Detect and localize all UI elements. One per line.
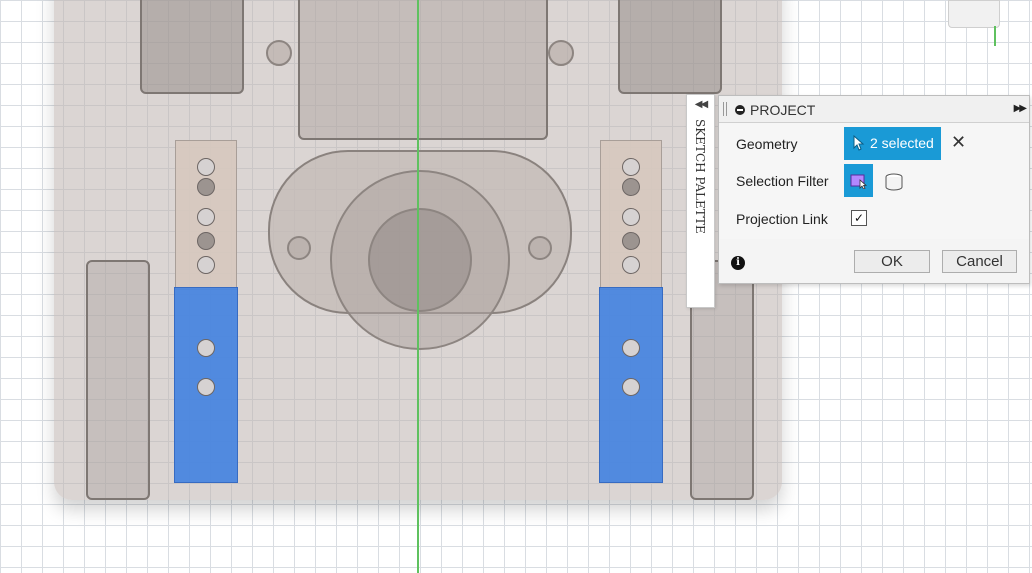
geometry-label: Geometry — [736, 136, 798, 152]
canvas-viewport[interactable] — [0, 0, 1032, 573]
dialog-title: PROJECT — [750, 102, 816, 118]
face-hole — [197, 378, 215, 396]
y-axis-line — [417, 0, 419, 573]
top-right-boss[interactable] — [548, 40, 574, 66]
rail-hole — [197, 208, 215, 226]
clear-selection-icon[interactable]: ✕ — [951, 132, 966, 153]
geometry-selected-count: 2 selected — [870, 135, 934, 151]
sketch-palette-label: SKETCH PALETTE — [693, 119, 707, 234]
top-right-servo[interactable] — [618, 0, 722, 94]
sketch-palette-tab[interactable]: ◀◀ SKETCH PALETTE — [686, 94, 715, 308]
left-connector[interactable] — [86, 260, 150, 500]
dialog-footer: i OK Cancel — [719, 240, 1029, 283]
projection-link-checkbox[interactable]: ✓ — [851, 210, 867, 226]
minimize-icon[interactable] — [735, 105, 745, 115]
face-hole — [197, 339, 215, 357]
selection-filter-label: Selection Filter — [736, 173, 829, 189]
double-chevron-right-icon[interactable]: ▶▶ — [1014, 103, 1027, 114]
filter-faces-button[interactable] — [844, 164, 873, 197]
view-cube-axis — [994, 26, 996, 46]
top-center-bracket[interactable] — [298, 0, 548, 140]
flange-hole-right[interactable] — [528, 236, 552, 260]
project-dialog: PROJECT ▶▶ Geometry Selection Filter Pro… — [718, 95, 1030, 284]
rail-hole — [622, 232, 640, 250]
rail-hole — [197, 178, 215, 196]
drag-grip-icon[interactable] — [723, 102, 727, 116]
face-filter-icon — [850, 174, 868, 189]
rail-hole — [197, 158, 215, 176]
rail-hole — [197, 232, 215, 250]
rail-hole — [622, 178, 640, 196]
geometry-select-button[interactable]: 2 selected — [844, 127, 941, 160]
info-icon[interactable]: i — [731, 256, 745, 270]
flange-hole-left[interactable] — [287, 236, 311, 260]
face-hole — [622, 339, 640, 357]
double-chevron-left-icon[interactable]: ◀◀ — [687, 99, 714, 110]
cursor-arrow-icon — [853, 135, 865, 151]
view-cube[interactable] — [948, 0, 1000, 28]
rail-hole — [622, 158, 640, 176]
rail-hole — [622, 208, 640, 226]
flange-inner-ring[interactable] — [368, 208, 472, 312]
top-left-boss[interactable] — [266, 40, 292, 66]
face-hole — [622, 378, 640, 396]
body-filter-icon[interactable] — [884, 172, 904, 192]
dialog-header[interactable]: PROJECT ▶▶ — [719, 96, 1029, 123]
rail-hole — [622, 256, 640, 274]
rail-hole — [197, 256, 215, 274]
cancel-button[interactable]: Cancel — [942, 250, 1017, 273]
ok-button[interactable]: OK — [854, 250, 930, 273]
projection-link-label: Projection Link — [736, 211, 828, 227]
top-left-servo[interactable] — [140, 0, 244, 94]
